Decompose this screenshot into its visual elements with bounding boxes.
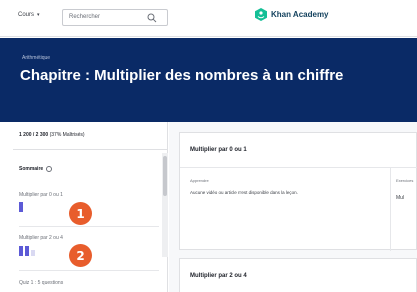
- practice-link[interactable]: Mul: [396, 195, 404, 201]
- practice-column: Exercices Mul: [390, 167, 417, 251]
- divider: [13, 149, 167, 150]
- sidebar-scroll-thumb[interactable]: [163, 156, 167, 196]
- mastery-bars-lesson-2: [19, 246, 35, 256]
- mastery-bar-filled: [25, 246, 29, 256]
- lesson-card: Multiplier par 0 ou 1 Apprendre Aucune v…: [179, 132, 417, 251]
- unit-sidebar: 1 200 / 2 300 (37% Maîtrisés) Sommaire M…: [13, 122, 168, 292]
- summary-label: Sommaire: [19, 166, 44, 172]
- mastery-points: 1 200 / 2 300 (37% Maîtrisés): [19, 132, 85, 138]
- khan-logo-icon: [255, 8, 267, 21]
- top-nav: Cours ▾ Rechercher Khan Academy: [0, 0, 417, 37]
- step-badge-2: 2: [69, 244, 92, 267]
- lesson-card-title[interactable]: Multiplier par 2 ou 4: [190, 273, 247, 279]
- search-placeholder: Rechercher: [69, 14, 101, 20]
- divider: [180, 167, 417, 168]
- lesson-card-title[interactable]: Multiplier par 0 ou 1: [190, 147, 247, 153]
- mastery-bar-filled: [19, 246, 23, 256]
- no-content-message: Aucune vidéo ou article n'est disponible…: [190, 190, 298, 195]
- mastery-points-suffix: (37% Maîtrisés): [49, 132, 85, 138]
- mastery-bar-filled: [19, 202, 23, 212]
- step-badge-1: 1: [69, 202, 92, 225]
- breadcrumb[interactable]: Arithmétique: [22, 55, 50, 61]
- search-icon[interactable]: [147, 13, 157, 23]
- summary-heading[interactable]: Sommaire: [19, 166, 53, 172]
- sidebar-item-lesson-1[interactable]: Multiplier par 0 ou 1: [19, 192, 63, 198]
- main-content: Multiplier par 0 ou 1 Apprendre Aucune v…: [169, 122, 417, 292]
- learn-label: Apprendre: [190, 178, 209, 183]
- search-input[interactable]: Rechercher: [62, 9, 168, 26]
- mastery-bars-lesson-1: [19, 202, 23, 212]
- unit-header: Arithmétique Chapitre : Multiplier des n…: [0, 38, 417, 122]
- chevron-down-icon: ▾: [37, 12, 40, 18]
- sidebar-item-lesson-2[interactable]: Multiplier par 2 ou 4: [19, 235, 63, 241]
- mastery-bar-empty: [31, 250, 35, 256]
- explore-menu[interactable]: Cours ▾: [18, 12, 40, 18]
- divider: [19, 226, 159, 227]
- khan-academy-logo[interactable]: Khan Academy: [255, 8, 329, 21]
- practice-label: Exercices: [396, 178, 414, 183]
- logo-text: Khan Academy: [271, 10, 329, 19]
- sidebar-item-quiz[interactable]: Quiz 1 : 5 questions: [19, 280, 63, 286]
- page-title: Chapitre : Multiplier des nombres à un c…: [20, 67, 344, 84]
- explore-label: Cours: [18, 12, 35, 18]
- divider: [19, 270, 159, 271]
- mastery-points-value: 1 200 / 2 300: [19, 132, 49, 138]
- info-icon[interactable]: [46, 166, 53, 172]
- lesson-card: Multiplier par 2 ou 4: [179, 258, 417, 292]
